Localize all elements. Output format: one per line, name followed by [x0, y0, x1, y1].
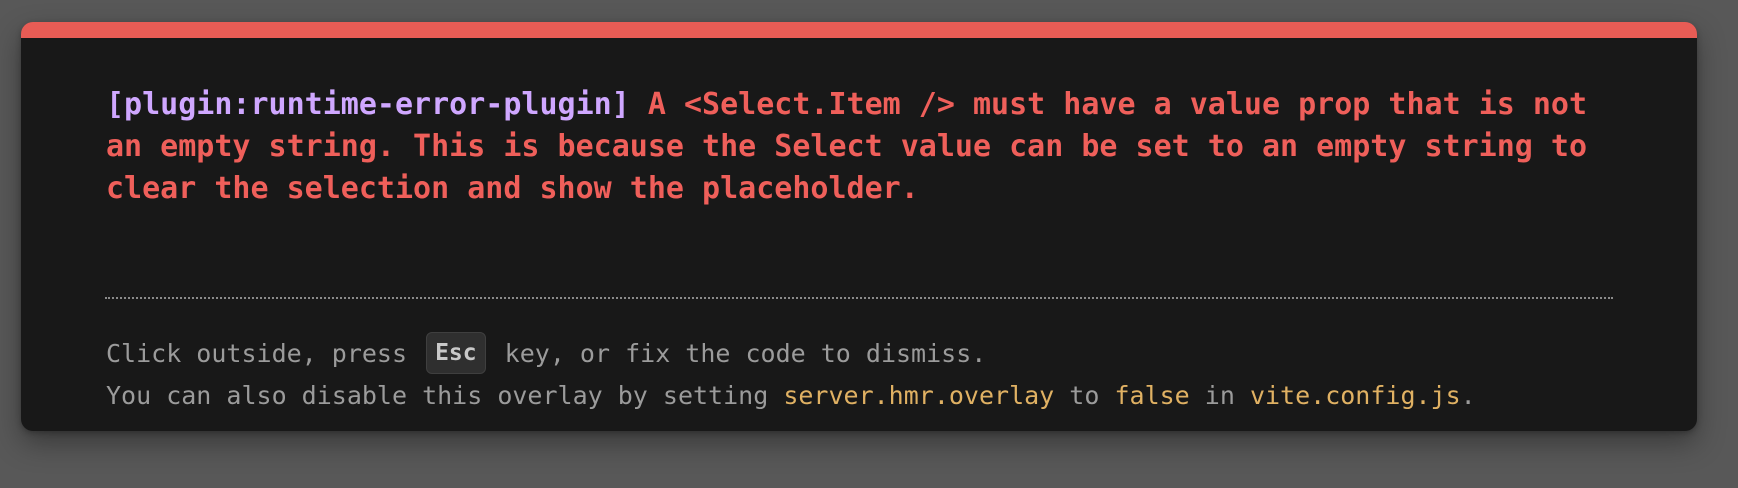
false-value-code: false — [1114, 381, 1190, 410]
dismiss-tip-text-end: key, or fix the code to dismiss. — [489, 339, 987, 368]
error-message: [plugin:runtime-error-plugin] A <Select.… — [106, 84, 1626, 210]
esc-key-badge: Esc — [426, 332, 486, 374]
disable-tip-text-4: . — [1460, 381, 1476, 410]
disable-tip-text-2: to — [1054, 381, 1115, 410]
plugin-tag: [plugin:runtime-error-plugin] — [106, 87, 630, 122]
dismiss-tip: Click outside, press Esc key, or fix the… — [106, 332, 1666, 376]
dismiss-tip-text-start: Click outside, press — [106, 339, 423, 368]
config-key-code: server.hmr.overlay — [783, 381, 1055, 410]
config-file-code: vite.config.js — [1249, 381, 1461, 410]
disable-tip-text-3: in — [1189, 381, 1250, 410]
disable-tip-text-1: You can also disable this overlay by set… — [106, 381, 784, 410]
divider — [105, 297, 1613, 299]
error-overlay-window: [plugin:runtime-error-plugin] A <Select.… — [21, 22, 1697, 431]
disable-overlay-tip: You can also disable this overlay by set… — [106, 381, 1666, 411]
